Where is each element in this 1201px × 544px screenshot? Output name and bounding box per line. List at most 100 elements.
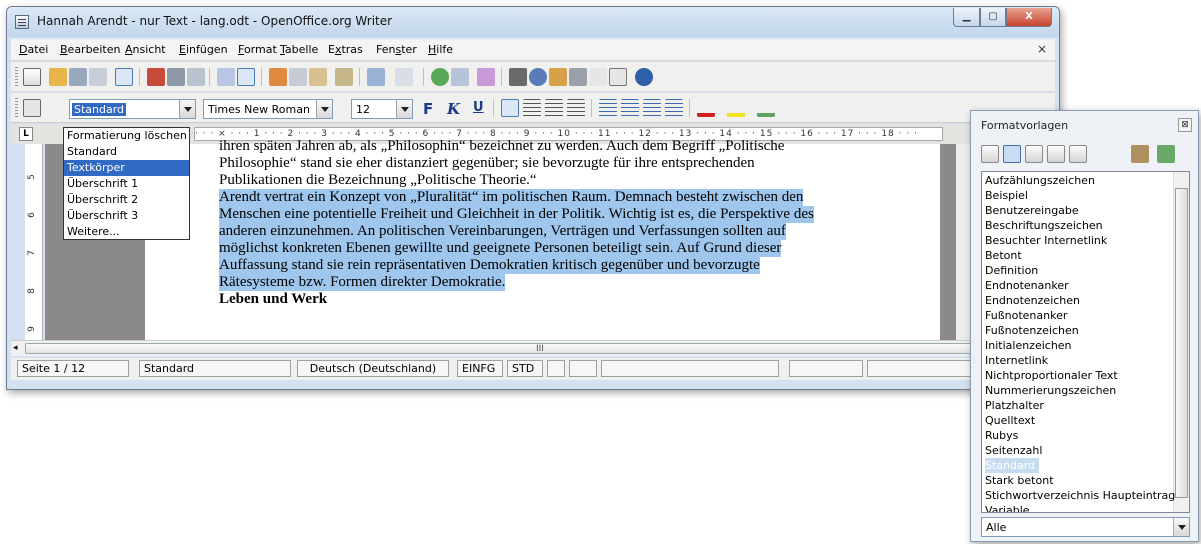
document-page[interactable]: ihren späten Jahren ab, als „Philosophin… [145, 138, 940, 340]
table-icon[interactable] [451, 68, 469, 86]
style-list-item[interactable]: Stark betont [985, 473, 1054, 488]
paste-icon[interactable] [309, 68, 327, 86]
print-preview-icon[interactable] [187, 68, 205, 86]
status-page[interactable]: Seite 1 / 12 [17, 360, 129, 377]
menu-item[interactable]: Format [238, 43, 277, 56]
increase-indent-icon[interactable] [665, 99, 683, 117]
document-line[interactable]: Menschen eine potentielle Freiheit und G… [219, 206, 814, 223]
style-list-item[interactable]: Initialenzeichen [985, 338, 1072, 353]
document-line[interactable]: Philosophie“ stand sie eher distanziert … [219, 155, 755, 172]
document-line[interactable]: Leben und Werk [219, 291, 327, 308]
style-list-item[interactable]: Fußnotenzeichen [985, 323, 1079, 338]
dropdown-option[interactable]: Textkörper [64, 160, 189, 176]
save-icon[interactable] [69, 68, 87, 86]
dropdown-option[interactable]: Weitere... [64, 224, 189, 240]
copy-icon[interactable] [289, 68, 307, 86]
paragraph-style-combo[interactable]: Standard [69, 99, 196, 119]
style-list-item[interactable]: Standard [985, 458, 1040, 473]
help-icon[interactable] [635, 68, 653, 86]
status-selection-mode[interactable]: STD [507, 360, 543, 377]
formatting-marks-icon[interactable] [589, 68, 607, 86]
close-icon[interactable]: ⊠ [1178, 118, 1192, 132]
dropdown-option[interactable]: Überschrift 1 [64, 176, 189, 192]
menu-item[interactable]: Fenster [376, 43, 417, 56]
toolbar-grip[interactable] [15, 98, 18, 118]
list-styles-icon[interactable] [1069, 145, 1087, 163]
style-list-item[interactable]: Besuchter Internetlink [985, 233, 1107, 248]
status-insert-mode[interactable]: EINFG [457, 360, 503, 377]
background-color-icon[interactable] [757, 99, 775, 117]
auto-spellcheck-icon[interactable] [237, 68, 255, 86]
spellcheck-icon[interactable] [217, 68, 235, 86]
character-styles-icon[interactable] [1003, 145, 1021, 163]
menu-item[interactable]: Einfügen [179, 43, 228, 56]
align-right-icon[interactable] [545, 99, 563, 117]
bullets-icon[interactable] [621, 99, 639, 117]
navigator-icon[interactable] [529, 68, 547, 86]
dropdown-option[interactable]: Formatierung löschen [64, 128, 189, 144]
style-list-item[interactable]: Variable [985, 503, 1030, 512]
style-list-item[interactable]: Internetlink [985, 353, 1048, 368]
vertical-scrollbar[interactable] [1173, 172, 1189, 512]
chevron-down-icon[interactable] [396, 100, 412, 118]
style-list-item[interactable]: Endnotenanker [985, 278, 1069, 293]
redo-icon[interactable] [395, 68, 413, 86]
find-replace-icon[interactable] [509, 68, 527, 86]
font-size-combo[interactable]: 12 [351, 99, 413, 119]
document-line[interactable]: möglichst konkreten Ebenen gewillte und … [219, 240, 782, 257]
document-line[interactable]: Arendt vertrat ein Konzept von „Pluralit… [219, 189, 804, 206]
bold-button[interactable]: F [423, 100, 433, 118]
document-line[interactable]: ihren späten Jahren ab, als „Philosophin… [219, 138, 784, 155]
minimize-button[interactable]: ▁ [953, 8, 980, 27]
scroll-thumb[interactable]: III [25, 343, 1049, 354]
new-style-icon[interactable] [1157, 145, 1175, 163]
decrease-indent-icon[interactable] [643, 99, 661, 117]
data-sources-icon[interactable] [569, 68, 587, 86]
menu-item[interactable]: Tabelle [280, 43, 318, 56]
font-name-combo[interactable]: Times New Roman [203, 99, 333, 119]
menu-item[interactable]: Ansicht [125, 43, 166, 56]
style-list-item[interactable]: Endnotenzeichen [985, 293, 1080, 308]
vertical-ruler[interactable]: 5 6 7 8 9 [25, 144, 43, 340]
chevron-down-icon[interactable] [1173, 518, 1189, 536]
style-list-item[interactable]: Nichtproportionaler Text [985, 368, 1118, 383]
new-document-icon[interactable] [23, 68, 41, 86]
style-list-item[interactable]: Stichwortverzeichnis Haupteintrag [985, 488, 1175, 503]
scroll-thumb[interactable] [1175, 188, 1188, 498]
style-list-item[interactable]: Beispiel [985, 188, 1028, 203]
font-color-icon[interactable] [697, 99, 715, 117]
dropdown-option[interactable]: Überschrift 2 [64, 192, 189, 208]
close-window-button[interactable]: X [1006, 8, 1052, 27]
export-pdf-icon[interactable] [147, 68, 165, 86]
edit-mode-icon[interactable] [115, 68, 133, 86]
align-center-icon[interactable] [523, 99, 541, 117]
tab-stop-selector[interactable]: L [19, 127, 33, 141]
style-list-item[interactable]: Seitenzahl [985, 443, 1042, 458]
hyperlink-icon[interactable] [431, 68, 449, 86]
style-list-item[interactable]: Benutzereingabe [985, 203, 1079, 218]
justify-icon[interactable] [567, 99, 585, 117]
style-list-item[interactable]: Nummerierungszeichen [985, 383, 1116, 398]
status-page-style[interactable]: Standard [139, 360, 291, 377]
menu-item[interactable]: Extras [328, 43, 363, 56]
undo-icon[interactable] [367, 68, 385, 86]
status-language[interactable]: Deutsch (Deutschland) [297, 360, 449, 377]
style-list-item[interactable]: Beschriftungszeichen [985, 218, 1103, 233]
toolbar-grip[interactable] [15, 67, 18, 87]
numbering-icon[interactable] [599, 99, 617, 117]
email-icon[interactable] [89, 68, 107, 86]
document-line[interactable]: Publikationen die Bezeichnung „Politisch… [219, 172, 537, 189]
style-list[interactable]: Aufzählungszeichen Beispiel Benutzereingab… [981, 171, 1190, 513]
page-styles-icon[interactable] [1047, 145, 1065, 163]
scroll-left-icon[interactable]: ◂ [13, 343, 18, 353]
close-document-icon[interactable]: × [1037, 42, 1047, 56]
style-list-item[interactable]: Quelltext [985, 413, 1035, 428]
draw-functions-icon[interactable] [477, 68, 495, 86]
highlighting-icon[interactable] [727, 99, 745, 117]
style-list-item[interactable]: Rubys [985, 428, 1018, 443]
italic-button[interactable]: K [447, 100, 460, 118]
align-left-icon[interactable] [501, 99, 519, 117]
underline-button[interactable]: U [473, 100, 484, 115]
title-bar[interactable]: Hannah Arendt - nur Text - lang.odt - Op… [7, 7, 1059, 37]
maximize-button[interactable]: ▢ [980, 8, 1006, 27]
